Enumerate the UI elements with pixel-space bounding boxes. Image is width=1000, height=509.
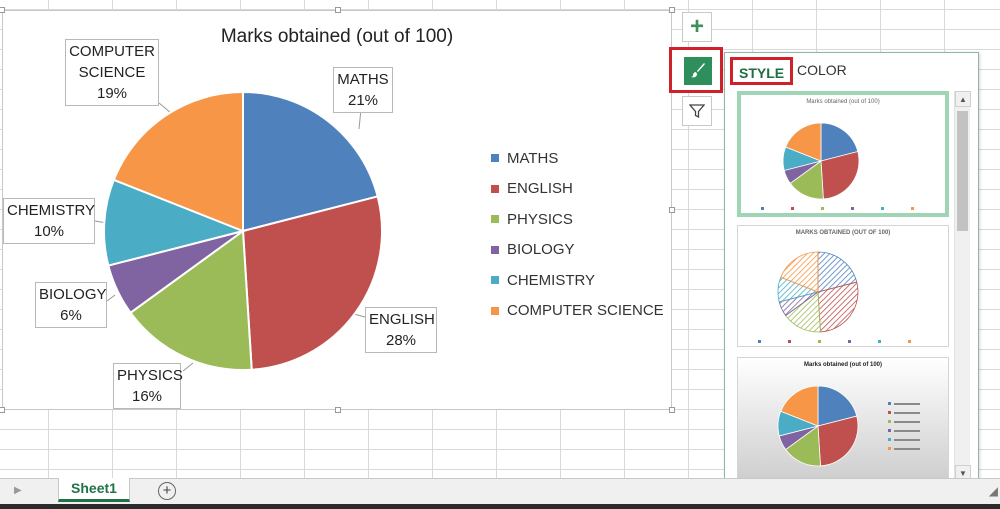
thumb-2-legend-marker-3 (848, 340, 851, 343)
thumb-1-legend-marker-4 (881, 207, 884, 210)
style-panel-scrollbar[interactable]: ▲ ▼ (954, 91, 971, 483)
chart-filters-button[interactable] (682, 96, 712, 126)
data-label-maths[interactable]: MATHS 21% (333, 67, 393, 113)
thumb-3-legend-marker-4 (888, 438, 891, 441)
legend-label-maths: MATHS (507, 149, 559, 167)
thumb-2-legend-marker-5 (908, 340, 911, 343)
data-label-biology-name: BIOLOGY (39, 286, 107, 303)
data-label-physics-name: PHYSICS (117, 367, 183, 384)
scroll-thumb[interactable] (957, 111, 968, 231)
chart-styles-highlight (669, 47, 723, 93)
legend-label-physics: PHYSICS (507, 210, 573, 228)
funnel-icon (689, 104, 705, 119)
data-label-computer-science-line2: SCIENCE (78, 64, 146, 81)
thumb-2-legend-marker-1 (788, 340, 791, 343)
add-sheet-button[interactable]: + (158, 482, 176, 500)
style-thumbnail-1-pie (761, 122, 914, 210)
thumb-3-legend-text-5 (894, 448, 920, 450)
style-thumbnail-3[interactable]: Marks obtained (out of 100) (737, 357, 949, 479)
legend-item-maths[interactable]: MATHS (491, 143, 664, 174)
thumb-3-legend-text-4 (894, 439, 920, 441)
status-bar (0, 504, 1000, 509)
style-thumbnail-1[interactable]: Marks obtained (out of 100) (737, 91, 949, 217)
chart-elements-button[interactable]: + (682, 12, 712, 42)
style-thumbnail-2[interactable]: MARKS OBTAINED (OUT OF 100) (737, 225, 949, 347)
tab-style[interactable]: STYLE (730, 57, 794, 85)
sheet-tab-bar: ▶ Sheet1 + (0, 478, 1000, 504)
tab-sheet1[interactable]: Sheet1 (58, 478, 130, 502)
legend-swatch-chemistry (491, 276, 499, 285)
thumb-2-legend-marker-4 (878, 340, 881, 343)
thumb-3-legend-text-0 (894, 403, 920, 405)
data-label-physics[interactable]: PHYSICS 16% (113, 363, 183, 409)
thumb-1-legend-marker-1 (791, 207, 794, 210)
thumb-1-legend-marker-3 (851, 207, 854, 210)
legend-item-computer-science[interactable]: COMPUTER SCIENCE (491, 296, 664, 327)
thumb-2-legend-marker-0 (758, 340, 761, 343)
data-label-english[interactable]: ENGLISH 28% (365, 307, 437, 353)
legend-label-chemistry: CHEMISTRY (507, 271, 596, 289)
legend-item-chemistry[interactable]: CHEMISTRY (491, 265, 664, 296)
legend-item-physics[interactable]: PHYSICS (491, 204, 664, 235)
sheet-nav-arrow-icon[interactable]: ▶ (14, 485, 22, 496)
thumb-2-legend-marker-2 (818, 340, 821, 343)
paintbrush-icon (691, 63, 705, 78)
legend-swatch-computer-science (491, 306, 499, 315)
legend-label-english: ENGLISH (507, 180, 573, 198)
thumb-3-legend-text-1 (894, 412, 920, 414)
legend-swatch-english (491, 184, 499, 193)
style-thumbnail-2-title: MARKS OBTAINED (OUT OF 100) (795, 230, 891, 236)
legend-swatch-biology (491, 245, 499, 254)
style-thumbnail-3-pie (777, 385, 920, 467)
leader-line-physics (182, 362, 194, 372)
style-thumbnail-1-title: Marks obtained (out of 100) (806, 99, 880, 105)
legend-label-computer-science: COMPUTER SCIENCE (507, 302, 664, 320)
thumb-3-legend-marker-1 (888, 411, 891, 414)
thumb-3-legend-text-2 (894, 421, 920, 423)
plus-icon: + (689, 13, 704, 40)
pie-slices (103, 90, 383, 371)
leader-line-computer-science (158, 102, 172, 114)
legend-swatch-physics (491, 215, 499, 224)
thumb-1-legend-marker-2 (821, 207, 824, 210)
data-label-computer-science-line1: COMPUTER (69, 43, 155, 60)
thumb-3-legend-marker-2 (888, 420, 891, 423)
scroll-up-button[interactable]: ▲ (955, 91, 971, 107)
style-thumbnail-3-title: Marks obtained (out of 100) (803, 362, 882, 368)
legend-swatch-maths (491, 154, 499, 163)
legend-label-biology: BIOLOGY (507, 241, 575, 259)
data-label-maths-name: MATHS (337, 71, 389, 88)
data-label-computer-science-value: 19% (96, 85, 128, 102)
legend-item-english[interactable]: ENGLISH (491, 174, 664, 205)
thumb-3-legend-marker-0 (888, 402, 891, 405)
resize-grip-icon[interactable]: ◢ (989, 484, 998, 498)
chart-styles-button[interactable] (684, 57, 712, 85)
thumb-1-legend-marker-0 (761, 207, 764, 210)
data-label-english-value: 28% (385, 332, 417, 349)
data-label-english-name: ENGLISH (369, 311, 435, 328)
data-label-computer-science[interactable]: COMPUTER SCIENCE 19% (65, 39, 159, 106)
data-label-chemistry[interactable]: CHEMISTRY 10% (3, 198, 95, 244)
style-thumbnail-2-pie (758, 251, 911, 343)
legend-item-biology[interactable]: BIOLOGY (491, 235, 664, 266)
thumb-3-legend-marker-3 (888, 429, 891, 432)
thumb-3-legend-marker-5 (888, 447, 891, 450)
data-label-chemistry-name: CHEMISTRY (7, 202, 96, 219)
thumb-3-legend-text-3 (894, 430, 920, 432)
chart-style-panel: STYLE COLOR Marks obtained (out of 100) … (724, 52, 979, 488)
data-label-chemistry-value: 10% (33, 223, 65, 240)
leader-line-biology (106, 294, 116, 302)
pie-chart[interactable]: Marks obtained (out of 100) MATHS ENGLIS… (0, 7, 675, 413)
style-thumbnail-list: Marks obtained (out of 100) MARKS OBTAIN… (737, 91, 949, 483)
tab-color[interactable]: COLOR (791, 57, 853, 85)
thumb-1-legend-marker-5 (911, 207, 914, 210)
chart-legend[interactable]: MATHS ENGLISH PHYSICS BIOLOGY CHEMISTRY … (491, 143, 664, 326)
data-label-biology-value: 6% (60, 307, 82, 324)
data-label-physics-value: 16% (131, 388, 163, 405)
data-label-biology[interactable]: BIOLOGY 6% (35, 282, 107, 328)
data-label-maths-value: 21% (347, 92, 379, 109)
